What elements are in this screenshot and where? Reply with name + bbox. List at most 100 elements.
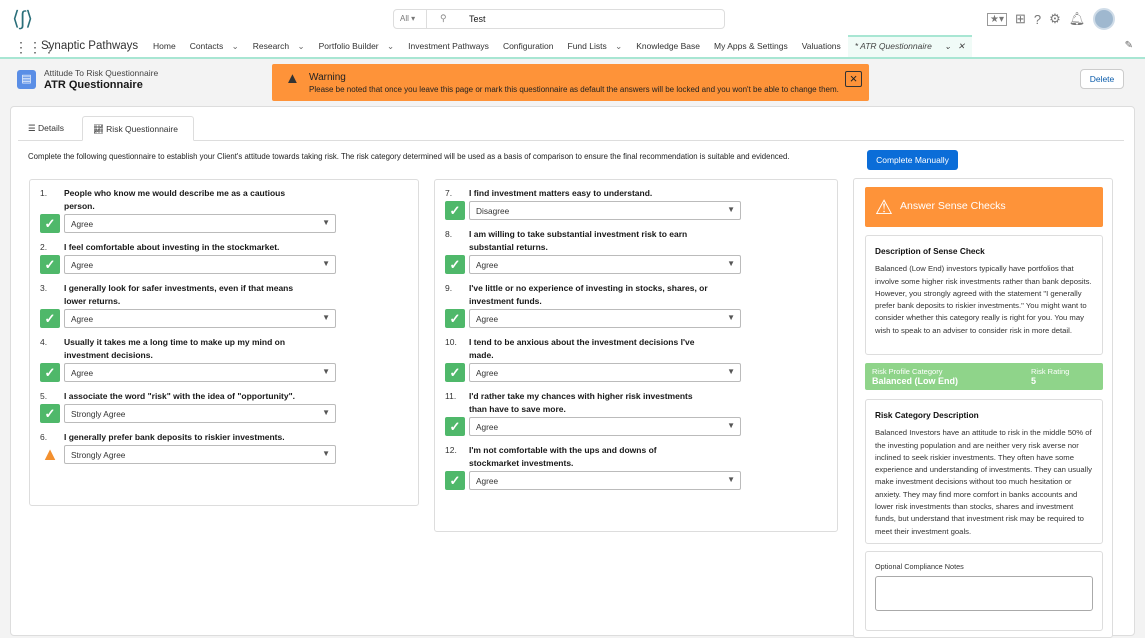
check-icon: ✓ (40, 309, 60, 328)
risk-profile-bar: Risk Profile Category Balanced (Low End) … (865, 363, 1103, 390)
answer-select[interactable]: Agree ▼ (64, 363, 336, 382)
chevron-down-icon: ▼ (322, 408, 330, 417)
question-text: Usually it takes me a long time to make … (64, 337, 286, 360)
question-number: 9. (445, 283, 453, 293)
nav-tab-atr-questionnaire[interactable]: * ATR Questionnaire ⌄ ✕ (847, 35, 972, 57)
nav-item[interactable]: Contacts ⌄ (183, 35, 246, 57)
app-nav: ⋮⋮⋮ Synaptic Pathways Home Contacts ⌄ Rese… (0, 35, 1145, 59)
chevron-down-icon: ▼ (727, 259, 735, 268)
answer-value: Strongly Agree (71, 409, 126, 419)
answer-value: Agree (476, 368, 499, 378)
record-icon: ▤ (17, 70, 36, 89)
warning-icon: ▲ (41, 444, 59, 464)
answer-select[interactable]: Strongly Agree ▼ (64, 445, 336, 464)
check-icon: ✓ (40, 363, 60, 382)
answer-select[interactable]: Agree ▼ (64, 214, 336, 233)
search-input[interactable]: Test (469, 14, 486, 24)
question-number: 3. (40, 283, 48, 293)
global-header: ⟨∫⟩ All ▾ ⚲ Test ★▾ ⊞ ? ⚙ 🔔︎ (0, 0, 1145, 35)
favorites-icon[interactable]: ★▾ (987, 12, 1007, 26)
answer-value: Agree (476, 314, 499, 324)
chevron-down-icon[interactable]: ⌄ (615, 41, 622, 51)
help-icon[interactable]: ? (1034, 12, 1041, 27)
risk-category-box: Risk Category Description Balanced Inves… (865, 399, 1103, 544)
answer-value: Agree (476, 422, 499, 432)
bell-icon[interactable]: 🔔︎ (1069, 11, 1086, 27)
chevron-down-icon[interactable]: ⌄ (387, 41, 394, 51)
question-text: I'm not comfortable with the ups and dow… (469, 445, 657, 468)
compliance-notes-box: Optional Compliance Notes (865, 551, 1103, 631)
search-scope-select[interactable]: All ▾ (394, 10, 427, 28)
chevron-down-icon[interactable]: ⌄ (298, 41, 305, 51)
question-item: 12. I'm not comfortable with the ups and … (445, 444, 837, 490)
answer-select[interactable]: Agree ▼ (64, 309, 336, 328)
compliance-notes-input[interactable] (875, 576, 1093, 612)
answer-select[interactable]: Disagree ▼ (469, 201, 741, 220)
check-icon: ✓ (445, 417, 465, 436)
close-icon[interactable]: × (845, 71, 862, 87)
question-number: 1. (40, 188, 48, 198)
sense-desc-text: Balanced (Low End) investors typically h… (875, 264, 1092, 335)
answer-value: Strongly Agree (71, 450, 126, 460)
question-text: I'd rather take my chances with higher r… (469, 391, 693, 414)
nav-item[interactable]: Configuration (496, 35, 561, 57)
nav-item[interactable]: Investment Pathways (401, 35, 496, 57)
global-search[interactable]: All ▾ ⚲ Test (393, 9, 725, 29)
nav-item-label: Valuations (801, 41, 841, 51)
sense-description-box: Description of Sense Check Balanced (Low… (865, 235, 1103, 355)
search-icon: ⚲ (440, 13, 447, 23)
add-icon[interactable]: ⊞ (1015, 11, 1026, 27)
delete-button[interactable]: Delete (1080, 69, 1124, 89)
question-text: I generally look for safer investments, … (64, 283, 294, 306)
check-icon: ✓ (445, 255, 465, 274)
question-item: 11. I'd rather take my chances with highe… (445, 390, 837, 436)
close-tab-icon[interactable]: ✕ (958, 41, 965, 51)
compliance-notes-label: Optional Compliance Notes (875, 562, 964, 571)
questions-panel-left: 1. People who know me would describe me a… (29, 179, 419, 506)
answer-select[interactable]: Agree ▼ (469, 417, 741, 436)
question-number: 8. (445, 229, 453, 239)
chevron-down-icon: ▼ (322, 218, 330, 227)
category-desc-text: Balanced Investors have an attitude to r… (875, 428, 1092, 536)
chevron-down-icon[interactable]: ⌄ (232, 41, 239, 51)
nav-item[interactable]: Portfolio Builder ⌄ (312, 35, 402, 57)
chevron-down-icon: ▼ (727, 367, 735, 376)
nav-item[interactable]: Valuations (795, 35, 848, 57)
avatar[interactable] (1093, 8, 1116, 30)
question-item: 3. I generally look for safer investments… (40, 282, 418, 328)
question-text: I find investment matters easy to unders… (469, 188, 653, 198)
warning-message: Please be noted that once you leave this… (309, 85, 839, 94)
chevron-down-icon: ▼ (727, 205, 735, 214)
answer-select[interactable]: Strongly Agree ▼ (64, 404, 336, 423)
answer-value: Agree (476, 476, 499, 486)
check-icon: ✓ (40, 255, 60, 274)
nav-item[interactable]: Home (146, 35, 183, 57)
nav-item-label: Home (153, 41, 176, 51)
answer-select[interactable]: Agree ▼ (64, 255, 336, 274)
answer-select[interactable]: Agree ▼ (469, 255, 741, 274)
nav-item[interactable]: Knowledge Base (629, 35, 707, 57)
chevron-down-icon[interactable]: ⌄ (944, 41, 951, 51)
answer-select[interactable]: Agree ▼ (469, 471, 741, 490)
nav-item[interactable]: Research ⌄ (246, 35, 312, 57)
sense-title: Answer Sense Checks (900, 200, 1006, 212)
nav-item-label: Fund Lists (567, 41, 607, 51)
edit-nav-icon[interactable]: ✎ (1125, 40, 1133, 51)
warning-icon: ▲ (285, 70, 300, 87)
question-text: I've little or no experience of investin… (469, 283, 708, 306)
tab-details[interactable]: ☰ Details (18, 116, 82, 141)
nav-item-label: Research (252, 41, 290, 51)
page-title: ATR Questionnaire (44, 79, 143, 91)
check-icon: ✓ (445, 201, 465, 220)
answer-select[interactable]: Agree ▼ (469, 363, 741, 382)
tab-risk-questionnaire[interactable]: 📈︎ Risk Questionnaire (82, 116, 194, 141)
question-text: I tend to be anxious about the investmen… (469, 337, 695, 360)
tab-label: Risk Questionnaire (106, 124, 178, 134)
answer-select[interactable]: Agree ▼ (469, 309, 741, 328)
gear-icon[interactable]: ⚙ (1049, 11, 1061, 27)
complete-manually-button[interactable]: Complete Manually (867, 150, 958, 170)
nav-item[interactable]: My Apps & Settings (707, 35, 795, 57)
question-item: 8. I am willing to take substantial inves… (445, 228, 837, 274)
answer-value: Agree (71, 368, 94, 378)
nav-item[interactable]: Fund Lists ⌄ (561, 35, 630, 57)
